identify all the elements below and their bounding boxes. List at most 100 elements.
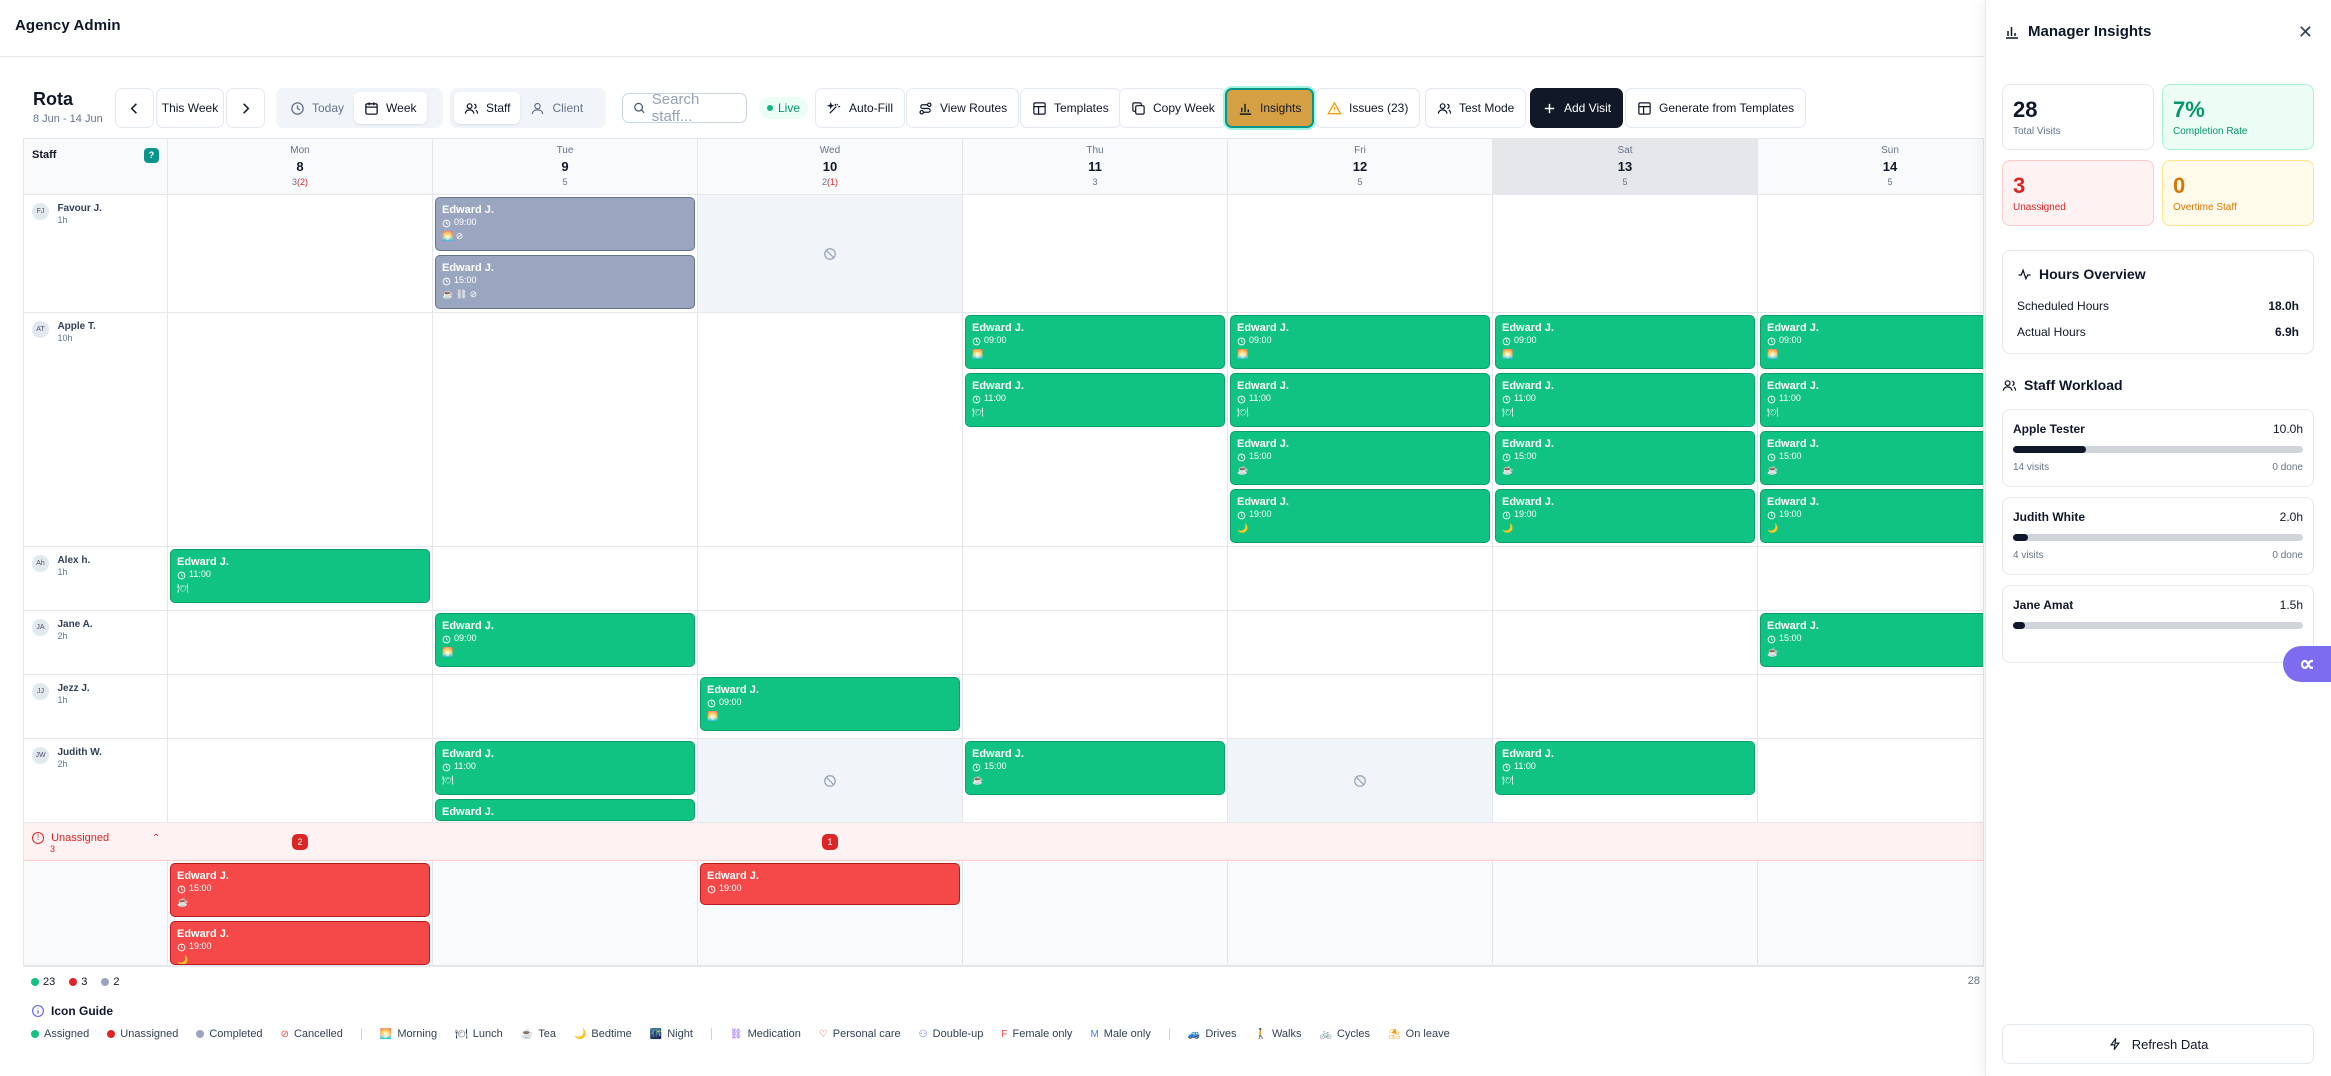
visit-card[interactable]: Edward J. 11:00 🍽: [170, 549, 430, 603]
day-cell[interactable]: [1228, 547, 1493, 610]
today-button[interactable]: Today: [280, 92, 354, 124]
visit-card[interactable]: Edward J. 11:00 🍽: [1495, 373, 1755, 427]
day-cell[interactable]: [698, 611, 963, 674]
day-cell[interactable]: [168, 195, 433, 312]
hours-overview-title: Hours Overview: [2017, 266, 2146, 282]
day-cell[interactable]: [168, 611, 433, 674]
day-cell[interactable]: [168, 675, 433, 738]
day-cell[interactable]: [168, 313, 433, 546]
test-mode-button[interactable]: Test Mode: [1425, 88, 1527, 128]
visit-card[interactable]: Edward J. 15:00 ☕: [170, 863, 430, 917]
workload-card[interactable]: Judith White 2.0h 4 visits 0 done: [2002, 497, 2314, 575]
visit-card[interactable]: Edward J. 09:00 🌅: [1760, 315, 1983, 369]
staff-name-cell[interactable]: JW Judith W. 2h: [24, 739, 168, 822]
day-cell[interactable]: [433, 675, 698, 738]
day-cell[interactable]: [1228, 195, 1493, 312]
day-cell[interactable]: [963, 675, 1228, 738]
this-week-button[interactable]: This Week: [156, 88, 224, 128]
copy-week-button[interactable]: Copy Week: [1119, 88, 1227, 128]
refresh-data-button[interactable]: Refresh Data: [2002, 1024, 2314, 1064]
day-cell[interactable]: [698, 547, 963, 610]
visit-card[interactable]: Edward J. 15:00 ☕: [1230, 431, 1490, 485]
day-cell[interactable]: [1493, 547, 1758, 610]
next-week-button[interactable]: [226, 88, 265, 128]
day-cell[interactable]: [433, 313, 698, 546]
visit-card[interactable]: Edward J. 19:00 🌙: [1495, 489, 1755, 543]
assistant-launcher-icon[interactable]: ∝: [2283, 646, 2331, 682]
day-cell[interactable]: [963, 611, 1228, 674]
visit-time-value: 15:00: [1514, 451, 1537, 462]
templates-button[interactable]: Templates: [1020, 88, 1121, 128]
visit-card[interactable]: Edward J. 11:00 🍽: [1760, 373, 1983, 427]
auto-fill-button[interactable]: Auto-Fill: [815, 88, 906, 128]
day-cell[interactable]: [168, 739, 433, 822]
visit-card[interactable]: Edward J. 15:00 ☕: [1760, 431, 1983, 485]
close-icon[interactable]: ✕: [2298, 22, 2313, 43]
visit-card[interactable]: Edward J. 09:00 🌅: [965, 315, 1225, 369]
day-cell[interactable]: [1758, 547, 1983, 610]
visit-card[interactable]: Edward J. 11:00 🍽: [435, 741, 695, 795]
staff-mode-button[interactable]: Staff: [454, 92, 521, 124]
visit-card[interactable]: Edward J. 15:00 ☕ ⛓ ⊘: [435, 255, 695, 309]
visit-card[interactable]: Edward J.: [435, 799, 695, 821]
unassigned-row[interactable]: ! Unassigned 3 ⌃ 2 1: [24, 823, 1983, 861]
day-cell[interactable]: [1758, 861, 1983, 965]
avatar: Ah: [32, 555, 49, 572]
day-cell[interactable]: [433, 547, 698, 610]
search-input[interactable]: Search staff...: [622, 91, 747, 125]
day-cell[interactable]: [1228, 675, 1493, 738]
day-cell[interactable]: [1228, 611, 1493, 674]
visit-card[interactable]: Edward J. 11:00 🍽: [1230, 373, 1490, 427]
staff-name-cell[interactable]: JJ Jezz J. 1h: [24, 675, 168, 738]
visit-card[interactable]: Edward J. 15:00 ☕: [1760, 613, 1983, 667]
visit-card[interactable]: Edward J. 15:00 ☕: [965, 741, 1225, 795]
visit-card[interactable]: Edward J. 09:00 🌅 ⊘: [435, 197, 695, 251]
staff-name-cell[interactable]: Ah Alex h. 1h: [24, 547, 168, 610]
staff-name-cell[interactable]: JA Jane A. 2h: [24, 611, 168, 674]
visit-card[interactable]: Edward J. 09:00 🌅: [1230, 315, 1490, 369]
staff-name-cell[interactable]: FJ Favour J. 1h: [24, 195, 168, 312]
day-cell[interactable]: [1493, 195, 1758, 312]
day-cell[interactable]: [963, 195, 1228, 312]
warning-icon: [1327, 101, 1342, 114]
prev-week-button[interactable]: [115, 88, 154, 128]
day-cell[interactable]: [1758, 675, 1983, 738]
day-cell[interactable]: [1758, 739, 1983, 822]
visit-card[interactable]: Edward J. 09:00 🌅: [435, 613, 695, 667]
visit-card[interactable]: Edward J. 19:00 🌙: [1760, 489, 1983, 543]
issues-button[interactable]: Issues (23): [1315, 88, 1421, 128]
visit-card[interactable]: Edward J. 11:00 🍽: [965, 373, 1225, 427]
chevron-up-icon[interactable]: ⌃: [152, 833, 160, 844]
day-cell[interactable]: [698, 313, 963, 546]
day-cell[interactable]: [1493, 675, 1758, 738]
visit-card[interactable]: Edward J. 09:00 🌅: [700, 677, 960, 731]
day-cell[interactable]: [963, 547, 1228, 610]
view-routes-button[interactable]: View Routes: [906, 88, 1020, 128]
legend-item-on-leave: ⛱ On leave: [1388, 1028, 1450, 1040]
day-cell[interactable]: [1228, 739, 1493, 822]
day-cell[interactable]: [698, 739, 963, 822]
visit-card[interactable]: Edward J. 09:00 🌅: [1495, 315, 1755, 369]
day-date: 9: [561, 159, 569, 174]
generate-templates-button[interactable]: Generate from Templates: [1625, 88, 1807, 128]
visit-card[interactable]: Edward J. 19:00 🌙: [1230, 489, 1490, 543]
week-button[interactable]: Week: [354, 92, 427, 124]
day-cell[interactable]: [1493, 861, 1758, 965]
workload-card[interactable]: Apple Tester 10.0h 14 visits 0 done: [2002, 409, 2314, 487]
client-mode-button[interactable]: Client: [520, 92, 593, 124]
day-cell[interactable]: [433, 861, 698, 965]
day-cell[interactable]: [698, 195, 963, 312]
visit-card[interactable]: Edward J. 11:00 🍽: [1495, 741, 1755, 795]
staff-name-cell[interactable]: AT Apple T. 10h: [24, 313, 168, 546]
visit-card[interactable]: Edward J. 19:00: [700, 863, 960, 905]
day-cell[interactable]: [1493, 611, 1758, 674]
add-visit-button[interactable]: Add Visit: [1530, 88, 1624, 128]
visit-card[interactable]: Edward J. 15:00 ☕: [1495, 431, 1755, 485]
help-icon[interactable]: ?: [144, 148, 159, 163]
insights-button[interactable]: Insights: [1225, 88, 1315, 128]
workload-card[interactable]: Jane Amat 1.5h: [2002, 585, 2314, 663]
day-cell[interactable]: [963, 861, 1228, 965]
day-cell[interactable]: [1228, 861, 1493, 965]
visit-card[interactable]: Edward J. 19:00 🌙: [170, 921, 430, 965]
day-cell[interactable]: [1758, 195, 1983, 312]
